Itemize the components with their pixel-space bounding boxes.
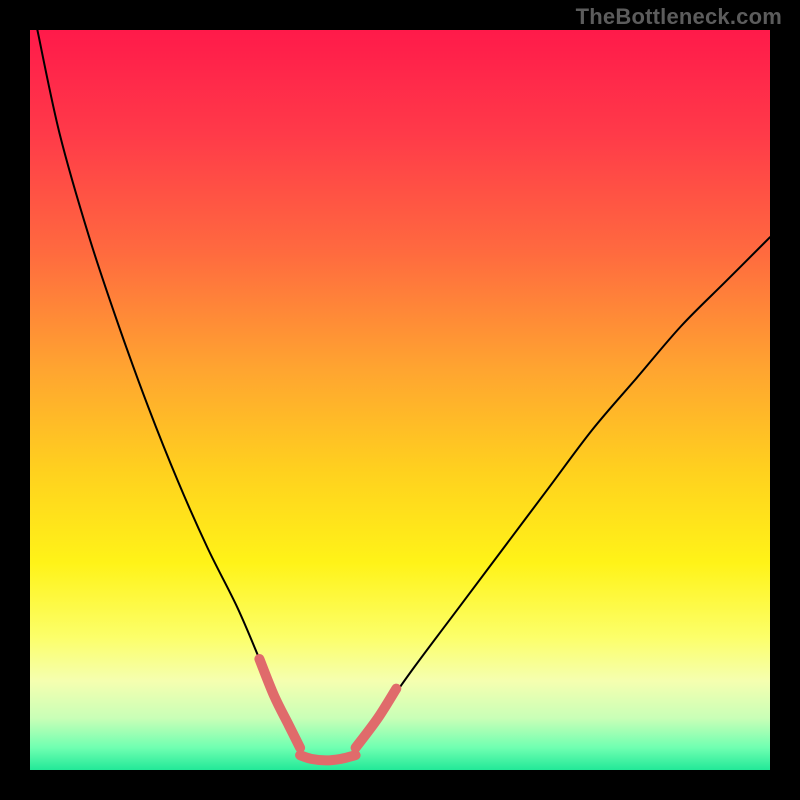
- highlight-segment-1: [300, 755, 356, 760]
- chart-frame: TheBottleneck.com: [0, 0, 800, 800]
- gradient-background: [30, 30, 770, 770]
- plot-area: [30, 30, 770, 770]
- watermark-text: TheBottleneck.com: [576, 4, 782, 30]
- plot-svg: [30, 30, 770, 770]
